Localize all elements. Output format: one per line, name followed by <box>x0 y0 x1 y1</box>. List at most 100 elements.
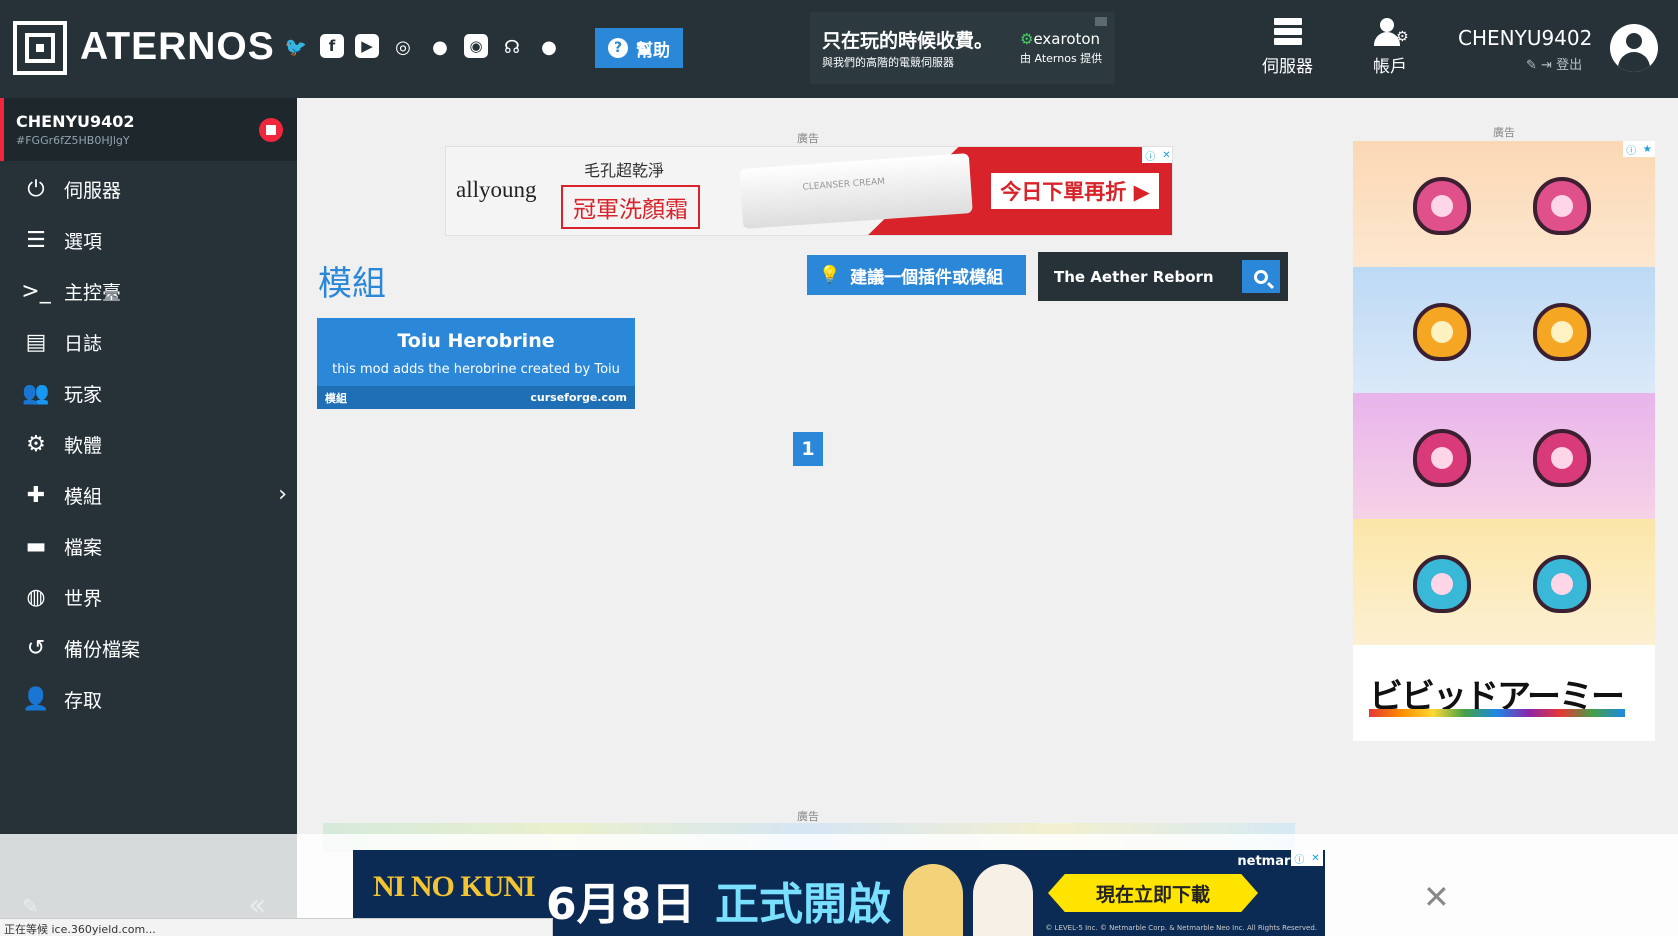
mod-description: this mod adds the herobrine created by T… <box>332 362 620 377</box>
adchoices-icon[interactable]: ⓘ ★ <box>1623 141 1655 157</box>
mod-search <box>1038 252 1288 301</box>
ad-strip-1 <box>1353 141 1655 267</box>
sidebar-item-mods[interactable]: ✚ 模組 › <box>0 470 297 521</box>
header-username[interactable]: CHENYU9402 <box>1458 26 1592 50</box>
launch-text: 正式開啟 <box>715 879 891 930</box>
mod-search-input[interactable] <box>1054 266 1234 288</box>
anime-eye <box>1413 555 1471 613</box>
ad-brand-text: exaroton <box>1033 30 1101 48</box>
sidebar-item-label: 軟體 <box>64 435 103 457</box>
server-icon <box>1272 18 1304 46</box>
mod-name: Toiu Herobrine <box>397 330 555 352</box>
aternos-logo[interactable] <box>13 21 67 75</box>
top-banner-ad[interactable]: allyoung 毛孔超乾淨 冠軍洗顏霜 CLEANSER CREAM 今日下單… <box>445 146 1173 236</box>
reddit-icon[interactable]: ● <box>427 34 453 60</box>
sidebar-item-label: 選項 <box>64 231 103 253</box>
ad-brand-sub: 由 Aternos 提供 <box>1020 52 1103 65</box>
logo-text[interactable]: ATERNOS <box>80 25 275 69</box>
adchoices-icon[interactable]: ⓘ ✕ <box>1291 850 1323 866</box>
header-ad[interactable]: 只在玩的時候收費。 與我們的高階的電競伺服器 ⚙exaroton 由 Atern… <box>810 12 1115 84</box>
suggest-mod-button[interactable]: 💡 建議一個插件或模組 <box>807 255 1026 295</box>
file-icon: ▤ <box>25 330 47 355</box>
ad-strip-3 <box>1353 393 1655 519</box>
side-ad[interactable]: ⓘ ★ ビビッドアーミー <box>1353 141 1655 741</box>
nav-servers-label: 伺服器 <box>1262 57 1313 77</box>
banner-cta[interactable]: 今日下單再折 ▶ <box>991 173 1159 209</box>
sidebar-item-label: 存取 <box>64 690 103 712</box>
nav-account-label: 帳戶 <box>1373 57 1407 77</box>
twitter-icon[interactable]: 🐦 <box>283 34 309 60</box>
sidebar-item-worlds[interactable]: ◍ 世界 <box>0 572 297 623</box>
ad-brand: ⚙exaroton <box>1020 30 1100 48</box>
puzzle-icon: ✚ <box>26 483 46 508</box>
close-icon: ✕ <box>1162 149 1171 161</box>
star-icon: ★ <box>1642 143 1652 155</box>
anime-eye <box>1533 429 1591 487</box>
help-label: 幫助 <box>636 40 670 61</box>
sidebar-item-access[interactable]: 👤 存取 <box>0 674 297 725</box>
stop-status-icon[interactable] <box>259 118 283 142</box>
mod-source[interactable]: curseforge.com <box>530 391 627 404</box>
sidebar-item-label: 備份檔案 <box>64 639 141 661</box>
logout-icon: ⇥ <box>1541 58 1552 73</box>
sidebar-item-players[interactable]: 👥 玩家 <box>0 368 297 419</box>
logout-link[interactable]: 登出 <box>1556 58 1582 73</box>
info-icon: ⓘ <box>1626 145 1637 157</box>
side-ad-label: 廣告 <box>1493 126 1515 139</box>
sidebar-item-software[interactable]: ⚙ 軟體 <box>0 419 297 470</box>
users-icon: 👥 <box>22 381 50 406</box>
sidebar-item-label: 檔案 <box>64 537 103 559</box>
pagination-page-1[interactable]: 1 <box>793 432 823 466</box>
instagram-icon[interactable]: ◎ <box>390 34 416 60</box>
terminal-icon: >_ <box>21 279 51 304</box>
close-sticky-ad-icon[interactable]: ✕ <box>1423 878 1450 916</box>
launch-date: 6月8日 <box>546 879 696 930</box>
nav-servers[interactable]: 伺服器 <box>1262 18 1313 77</box>
sliders-icon: ☰ <box>26 228 46 253</box>
browser-status-bar: 正在等候 ice.360yield.com... <box>0 918 553 936</box>
sidebar-item-console[interactable]: >_ 主控臺 <box>0 266 297 317</box>
suggest-label: 建議一個插件或模組 <box>850 267 1004 288</box>
sidebar-item-log[interactable]: ▤ 日誌 <box>0 317 297 368</box>
search-button[interactable] <box>1242 260 1280 293</box>
sidebar-item-label: 主控臺 <box>64 282 122 304</box>
question-icon: ? <box>608 38 628 58</box>
ad-copyright: © LEVEL-5 Inc. © Netmarble Corp. & Netma… <box>1045 924 1317 932</box>
sidebar-item-label: 模組 <box>64 486 103 508</box>
sidebar-item-options[interactable]: ☰ 選項 <box>0 215 297 266</box>
adchoices-icon[interactable]: ⓘ ✕ <box>1142 147 1172 163</box>
user-cog-icon: ⚙ <box>1374 18 1409 46</box>
ni-no-kuni-logo: NI NO KUNI <box>373 870 536 903</box>
mod-category: 模組 <box>325 391 347 405</box>
globe-icon: ◍ <box>26 585 46 610</box>
avatar[interactable] <box>1610 24 1658 72</box>
youtube-icon[interactable]: ▶ <box>355 34 379 58</box>
close-icon: ✕ <box>1311 852 1320 864</box>
ad-strip-4 <box>1353 519 1655 645</box>
page-title: 模組 <box>318 264 386 304</box>
github-icon[interactable]: ● <box>536 34 562 60</box>
nav-account[interactable]: ⚙ 帳戶 <box>1373 18 1409 77</box>
anime-eye <box>1413 177 1471 235</box>
sidebar-item-label: 日誌 <box>64 333 103 355</box>
help-button[interactable]: ? 幫助 <box>595 28 683 68</box>
anime-eye <box>1533 303 1591 361</box>
sidebar-item-files[interactable]: ▬ 檔案 <box>0 521 297 572</box>
sidebar-item-backups[interactable]: ↺ 備份檔案 <box>0 623 297 674</box>
wand-icon[interactable]: ✎ <box>1526 58 1537 73</box>
teamspeak-icon[interactable]: ☊ <box>499 34 525 60</box>
ad-close-icon[interactable] <box>1095 17 1107 26</box>
download-now-button[interactable]: 現在立即下載 <box>1048 874 1258 912</box>
mod-card[interactable]: Toiu Herobrine this mod adds the herobri… <box>317 318 635 409</box>
social-links: 🐦 f ▶ ◎ ● ◉ ☊ ● <box>283 34 562 60</box>
info-icon: ⓘ <box>1294 854 1305 866</box>
facebook-icon[interactable]: f <box>320 34 344 58</box>
ad-label: 廣告 <box>797 132 819 145</box>
power-icon: ⏻ <box>27 177 45 202</box>
ad-subline: 與我們的高階的電競伺服器 <box>822 56 954 69</box>
discord-icon[interactable]: ◉ <box>464 34 488 58</box>
mod-card-footer: 模組 curseforge.com <box>317 386 635 409</box>
server-id: #FGGr6fZ5HB0HJlgY <box>16 134 130 147</box>
ad-headline: 只在玩的時候收費。 <box>822 30 994 52</box>
sidebar-item-server[interactable]: ⏻ 伺服器 <box>0 164 297 215</box>
